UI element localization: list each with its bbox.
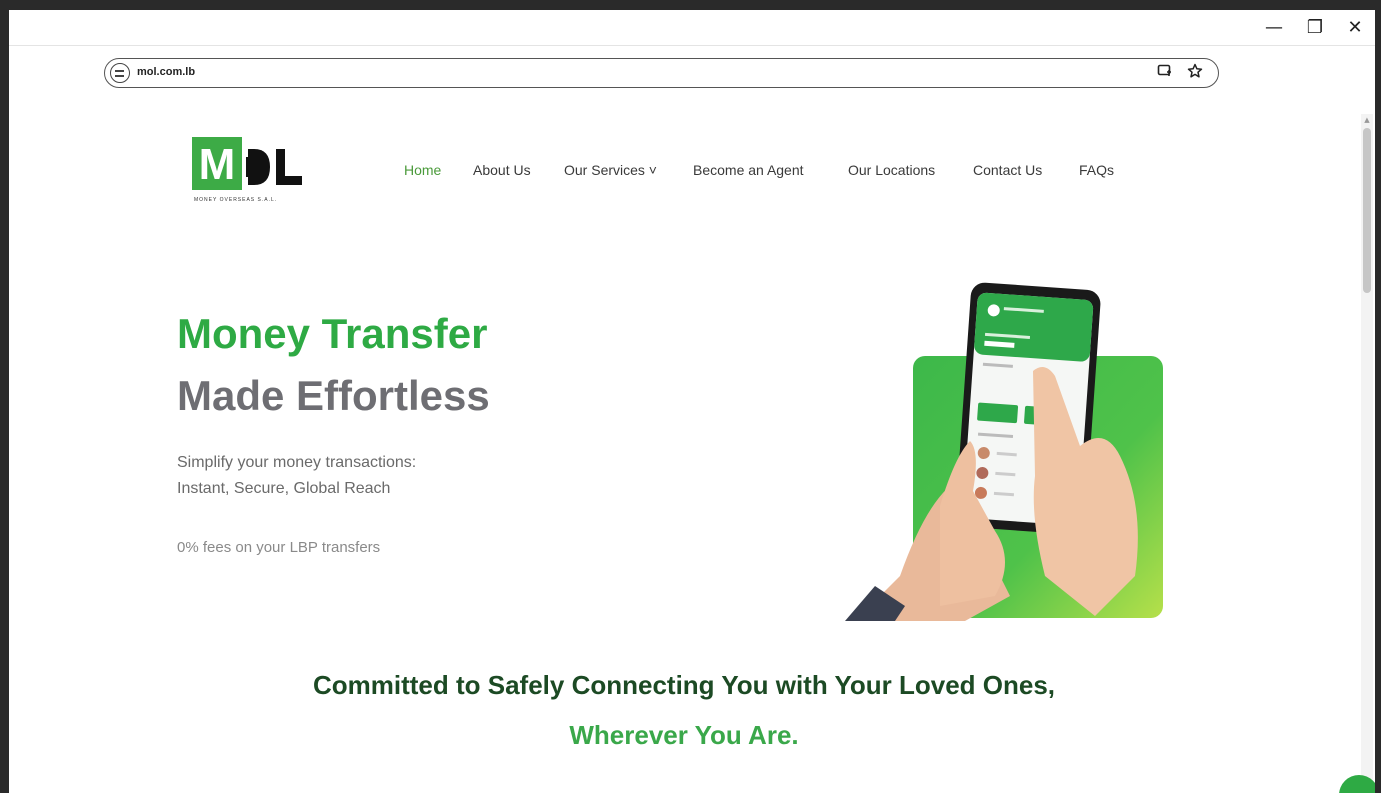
hero-title-line1: Money Transfer	[177, 310, 488, 357]
scroll-up-icon[interactable]: ▲	[1361, 116, 1373, 126]
nav-our-services[interactable]: Our Services ˅	[564, 162, 657, 178]
title-bar: — ❐ ✕	[9, 10, 1375, 46]
nav-about-us[interactable]: About Us	[473, 162, 531, 178]
hero-description: Simplify your money transactions: Instan…	[177, 450, 597, 502]
hero-fees-note: 0% fees on your LBP transfers	[177, 539, 381, 556]
phone-hand-image	[845, 282, 1163, 621]
page-scrollbar[interactable]: ▲	[1361, 114, 1373, 793]
nav-our-locations[interactable]: Our Locations	[848, 162, 935, 178]
address-bar[interactable]: mol.com.lb	[104, 58, 1219, 88]
logo-tagline: MONEY OVERSEAS S.A.L.	[194, 197, 278, 203]
minimize-icon[interactable]: —	[1261, 16, 1287, 40]
logo-m-block: M	[192, 137, 242, 190]
commitment-heading-line2: Wherever You Are.	[569, 720, 799, 750]
scroll-thumb[interactable]	[1363, 128, 1371, 293]
install-app-icon-svg	[1157, 64, 1171, 76]
chat-widget-button[interactable]	[1339, 775, 1375, 793]
commitment-heading-line1: Committed to Safely Connecting You with …	[312, 670, 1056, 700]
restore-icon[interactable]: ❐	[1302, 16, 1328, 40]
hero-phone-illustration	[845, 276, 1175, 621]
star-icon-svg	[1187, 63, 1203, 78]
hero-desc-line1: Simplify your money transactions:	[177, 454, 417, 471]
bookmark-star-icon[interactable]	[1185, 63, 1205, 83]
install-app-icon[interactable]	[1155, 63, 1175, 83]
nav-faqs[interactable]: FAQs	[1079, 162, 1114, 178]
browser-window: — ❐ ✕ mol.com.lb ▲ M MONEY OVERSEAS S.A.…	[9, 10, 1375, 793]
url-text[interactable]: mol.com.lb	[137, 66, 195, 78]
hero-title-line2: Made Effortless	[177, 372, 490, 419]
nav-become-agent[interactable]: Become an Agent	[693, 162, 804, 178]
site-info-icon[interactable]	[110, 63, 130, 83]
close-icon[interactable]: ✕	[1342, 16, 1368, 40]
nav-home[interactable]: Home	[404, 162, 441, 178]
hero-desc-line2: Instant, Secure, Global Reach	[177, 480, 391, 497]
mol-logo[interactable]: M MONEY OVERSEAS S.A.L.	[192, 135, 317, 210]
logo-ol-svg	[246, 149, 302, 185]
nav-contact-us[interactable]: Contact Us	[973, 162, 1042, 178]
